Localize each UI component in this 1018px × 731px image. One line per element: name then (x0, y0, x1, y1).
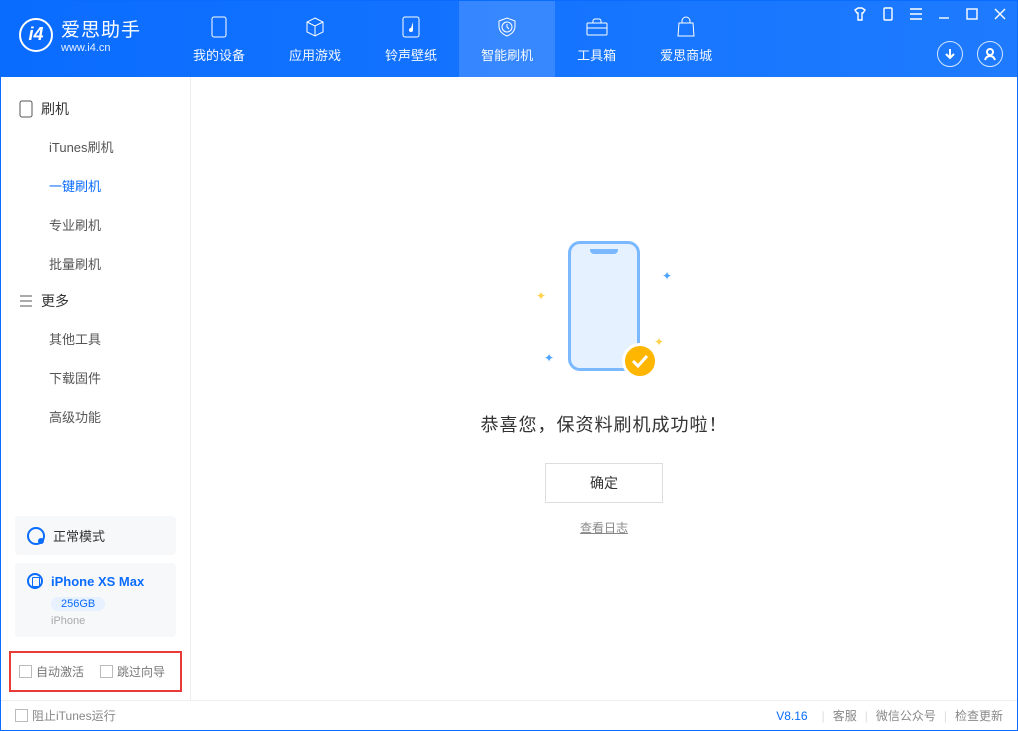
device-icon (19, 100, 33, 118)
sidebar-item-advanced[interactable]: 高级功能 (1, 397, 190, 436)
body: 刷机 iTunes刷机 一键刷机 专业刷机 批量刷机 更多 其他工具 下载固件 … (1, 77, 1017, 700)
phone-icon (207, 15, 231, 39)
ok-button[interactable]: 确定 (545, 463, 663, 503)
logo-icon: i4 (19, 18, 53, 52)
view-log-link[interactable]: 查看日志 (580, 519, 628, 536)
options-highlight: 自动激活 跳过向导 (9, 651, 182, 692)
tab-device[interactable]: 我的设备 (171, 1, 267, 77)
update-link[interactable]: 检查更新 (955, 707, 1003, 724)
list-icon (19, 295, 33, 307)
tab-label: 应用游戏 (289, 45, 341, 64)
checkbox-icon[interactable] (19, 665, 32, 678)
main-content: ✦ ✦ ✦ ✦ 恭喜您，保资料刷机成功啦！ 确定 查看日志 (191, 77, 1017, 700)
shield-icon (495, 15, 519, 39)
nav-group-more: 更多 (1, 283, 190, 319)
download-icon[interactable] (937, 41, 963, 67)
sidebar-item-batch[interactable]: 批量刷机 (1, 244, 190, 283)
music-icon (399, 15, 423, 39)
success-illustration: ✦ ✦ ✦ ✦ (514, 241, 694, 391)
device-icon (27, 573, 43, 589)
mode-label: 正常模式 (53, 526, 105, 545)
tab-flash[interactable]: 智能刷机 (459, 1, 555, 77)
tab-label: 我的设备 (193, 45, 245, 64)
nav-group-flash: 刷机 (1, 91, 190, 127)
sparkle-icon: ✦ (654, 335, 664, 349)
support-link[interactable]: 客服 (833, 707, 857, 724)
sidebar: 刷机 iTunes刷机 一键刷机 专业刷机 批量刷机 更多 其他工具 下载固件 … (1, 77, 191, 700)
capacity-badge: 256GB (51, 597, 105, 611)
tab-label: 工具箱 (577, 45, 616, 64)
version-label: V8.16 (776, 709, 807, 723)
auto-activate-option[interactable]: 自动激活 (19, 663, 84, 680)
mode-icon (27, 527, 45, 545)
device-type: iPhone (51, 615, 164, 627)
app-subtitle: www.i4.cn (61, 42, 141, 54)
device-info-box[interactable]: iPhone XS Max 256GB iPhone (15, 563, 176, 637)
logo-text: 爱思助手 www.i4.cn (61, 15, 141, 54)
check-badge (622, 343, 658, 379)
nav-group-label: 刷机 (41, 99, 69, 119)
tab-label: 爱思商城 (660, 45, 712, 64)
option-label: 跳过向导 (117, 665, 165, 679)
wechat-link[interactable]: 微信公众号 (876, 707, 936, 724)
window-controls (851, 5, 1009, 23)
sparkle-icon: ✦ (536, 289, 546, 303)
toolbox-icon (585, 15, 609, 39)
sidebar-item-other[interactable]: 其他工具 (1, 319, 190, 358)
tab-apps[interactable]: 应用游戏 (267, 1, 363, 77)
sidebar-item-firmware[interactable]: 下载固件 (1, 358, 190, 397)
footer-right: V8.16 | 客服 | 微信公众号 | 检查更新 (776, 707, 1003, 724)
user-icon[interactable] (977, 41, 1003, 67)
device-name: iPhone XS Max (51, 574, 144, 589)
tab-label: 铃声壁纸 (385, 45, 437, 64)
tab-label: 智能刷机 (481, 45, 533, 64)
skip-guide-option[interactable]: 跳过向导 (100, 663, 165, 680)
app-logo: i4 爱思助手 www.i4.cn (1, 1, 159, 54)
sparkle-icon: ✦ (662, 269, 672, 283)
success-message: 恭喜您，保资料刷机成功啦！ (481, 411, 728, 437)
cube-icon (303, 15, 327, 39)
option-label: 自动激活 (36, 665, 84, 679)
phone-small-icon[interactable] (879, 5, 897, 23)
app-title: 爱思助手 (61, 15, 141, 42)
header: i4 爱思助手 www.i4.cn 我的设备 应用游戏 铃声壁纸 智能刷机 (1, 1, 1017, 77)
option-label: 阻止iTunes运行 (32, 709, 116, 723)
minimize-icon[interactable] (935, 5, 953, 23)
checkbox-icon[interactable] (15, 709, 28, 722)
menu-icon[interactable] (907, 5, 925, 23)
footer-left: 阻止iTunes运行 (15, 707, 116, 724)
sidebar-bottom: 正常模式 iPhone XS Max 256GB iPhone (1, 506, 190, 645)
checkbox-icon[interactable] (100, 665, 113, 678)
nav-group-label: 更多 (41, 291, 69, 311)
skin-icon[interactable] (851, 5, 869, 23)
footer: 阻止iTunes运行 V8.16 | 客服 | 微信公众号 | 检查更新 (1, 700, 1017, 730)
sidebar-item-itunes[interactable]: iTunes刷机 (1, 127, 190, 166)
tab-ringtone[interactable]: 铃声壁纸 (363, 1, 459, 77)
sidebar-item-onekey[interactable]: 一键刷机 (1, 166, 190, 205)
block-itunes-option[interactable]: 阻止iTunes运行 (15, 707, 116, 724)
device-mode-box[interactable]: 正常模式 (15, 516, 176, 555)
sidebar-item-pro[interactable]: 专业刷机 (1, 205, 190, 244)
sparkle-icon: ✦ (544, 351, 554, 365)
maximize-icon[interactable] (963, 5, 981, 23)
app-window: i4 爱思助手 www.i4.cn 我的设备 应用游戏 铃声壁纸 智能刷机 (0, 0, 1018, 731)
header-tabs: 我的设备 应用游戏 铃声壁纸 智能刷机 工具箱 爱思商城 (171, 1, 734, 77)
bag-icon (674, 15, 698, 39)
tab-store[interactable]: 爱思商城 (638, 1, 734, 77)
close-icon[interactable] (991, 5, 1009, 23)
tab-tools[interactable]: 工具箱 (555, 1, 638, 77)
header-actions (937, 41, 1003, 67)
